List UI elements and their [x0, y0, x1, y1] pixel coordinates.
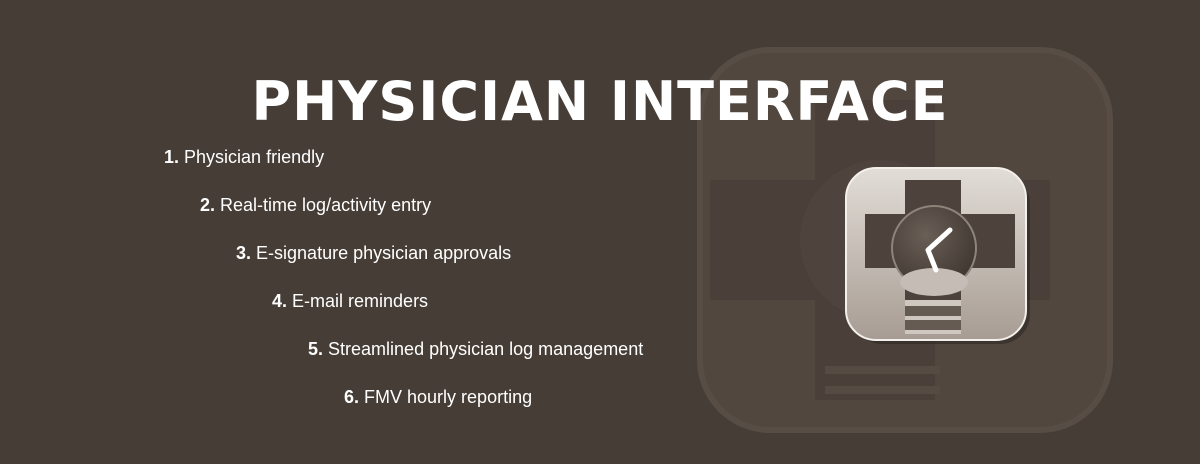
- feature-number: 5.: [308, 339, 324, 359]
- feature-number: 4.: [272, 291, 288, 311]
- feature-item-4: 4. E-mail reminders: [272, 290, 428, 312]
- feature-item-2: 2. Real-time log/activity entry: [200, 194, 431, 216]
- feature-text: E-mail reminders: [292, 291, 429, 311]
- feature-item-6: 6. FMV hourly reporting: [344, 386, 532, 408]
- feature-number: 3.: [236, 243, 252, 263]
- feature-text: FMV hourly reporting: [364, 387, 533, 407]
- feature-text: Physician friendly: [184, 147, 325, 167]
- feature-number: 1.: [164, 147, 180, 167]
- feature-number: 6.: [344, 387, 360, 407]
- feature-item-3: 3. E-signature physician approvals: [236, 242, 511, 264]
- feature-number: 2.: [200, 195, 216, 215]
- page-title: PHYSICIAN INTERFACE: [251, 70, 949, 134]
- feature-text: Streamlined physician log management: [328, 339, 644, 359]
- feature-item-5: 5. Streamlined physician log management: [308, 338, 643, 360]
- feature-item-1: 1. Physician friendly: [164, 146, 324, 168]
- feature-text: E-signature physician approvals: [256, 243, 512, 263]
- medical-cross-clock-app-icon: [845, 167, 1030, 344]
- feature-text: Real-time log/activity entry: [220, 195, 432, 215]
